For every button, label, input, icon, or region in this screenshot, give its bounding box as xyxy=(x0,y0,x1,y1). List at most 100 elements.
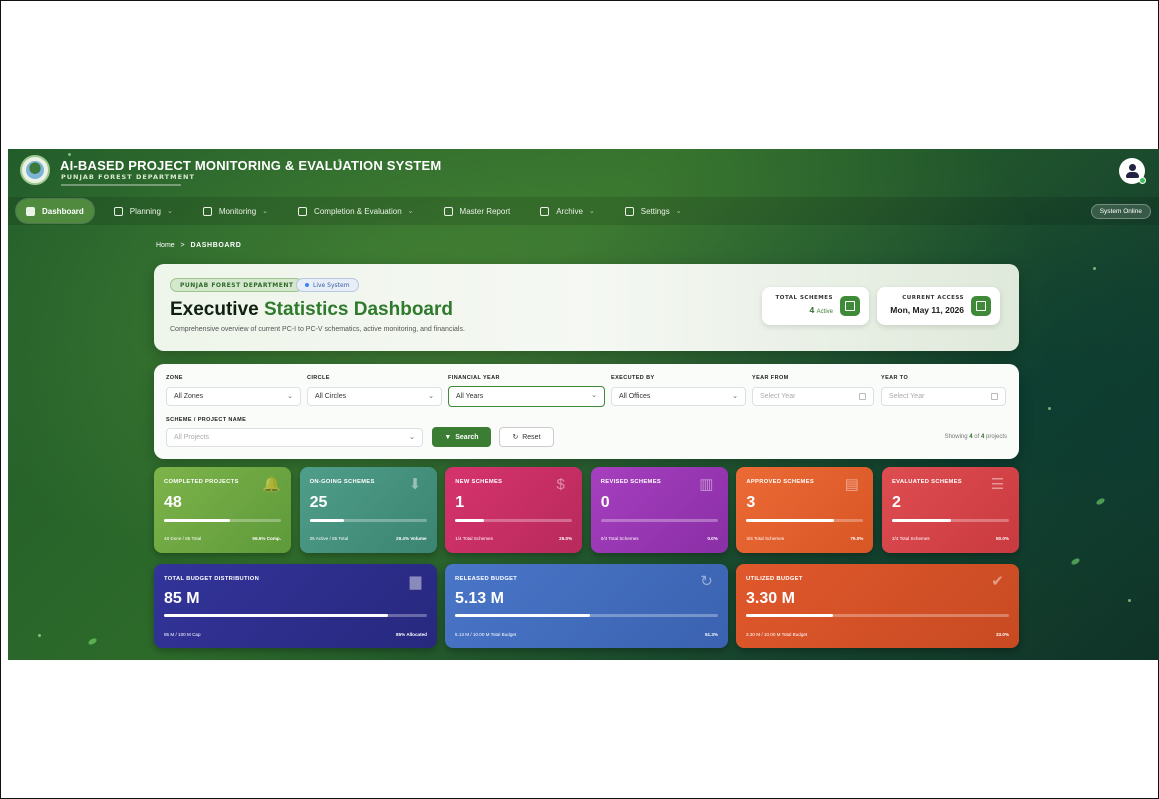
document-icon xyxy=(840,296,860,316)
card-footer: 25 Active / 85 Total xyxy=(309,536,349,541)
user-avatar[interactable] xyxy=(1119,158,1146,184)
card-progress-fill xyxy=(164,614,388,617)
scheme-placeholder: All Projects xyxy=(174,434,210,441)
stat-card-utilized-budget[interactable]: UTILIZED BUDGET 3.30 M ✔ 3.30 M / 10.00 M T… xyxy=(736,564,1019,648)
page-title-part-2: Statistics Dashboard xyxy=(264,299,453,320)
stat-card-completed-projects[interactable]: COMPLETED PROJECTS 48 🔔 48 Done / 85 Total 5… xyxy=(154,467,291,553)
nav-planning[interactable]: Planning ⌄ xyxy=(104,199,183,223)
app-window: AI-BASED PROJECT MONITORING & EVALUATION… xyxy=(8,149,1159,660)
zone-value: All Zones xyxy=(174,393,204,400)
chevron-down-icon: ⌄ xyxy=(591,392,597,399)
zone-label: ZONE xyxy=(166,375,183,381)
hero-panel: PUNJAB FOREST DEPARTMENT Live System Exe… xyxy=(154,264,1019,351)
reset-button[interactable]: ↻ Reset xyxy=(499,427,554,447)
list-icon: ☰ xyxy=(990,476,1005,493)
leaf-particle xyxy=(1095,497,1106,506)
department-logo xyxy=(20,155,50,185)
search-button[interactable]: ▼ Search xyxy=(432,427,491,447)
card-label: ON-GOING SCHEMES xyxy=(309,479,375,485)
app-subtitle: PUNJAB FOREST DEPARTMENT xyxy=(61,173,195,181)
scheme-select[interactable]: All Projects ⌄ xyxy=(166,428,423,447)
year-to-input[interactable]: Select Year xyxy=(881,387,1006,406)
card-progress-track xyxy=(746,614,1009,617)
total-schemes-value: 4 Active xyxy=(810,305,833,315)
card-label: REVISED SCHEMES xyxy=(600,479,662,485)
breadcrumb: Home > DASHBOARD xyxy=(156,242,241,249)
circle-label: CIRCLE xyxy=(307,375,330,381)
card-footer: 1/4 Total Schemes xyxy=(455,536,493,541)
total-schemes-suffix: Active xyxy=(816,309,833,315)
chevron-down-icon: ⌄ xyxy=(287,393,293,400)
card-footer: 2/4 Total Schemes xyxy=(892,536,930,541)
nav-archive[interactable]: Archive ⌄ xyxy=(530,199,605,223)
nav-label: Settings xyxy=(640,206,670,216)
card-label: TOTAL BUDGET DISTRIBUTION xyxy=(164,576,260,582)
card-percent: 85% Allocated xyxy=(396,632,427,637)
total-schemes-label: TOTAL SCHEMES xyxy=(775,295,833,301)
card-progress-track xyxy=(600,519,718,522)
card-percent: 56.5% Comp. xyxy=(252,536,281,541)
breadcrumb-separator: > xyxy=(180,242,185,249)
year-from-input[interactable]: Select Year xyxy=(752,387,874,406)
card-progress-fill xyxy=(455,519,485,522)
card-value: 5.13 M xyxy=(455,590,504,607)
chevron-down-icon: ⌄ xyxy=(407,208,414,215)
card-progress-fill xyxy=(164,519,231,522)
page-title: Executive Statistics Dashboard xyxy=(170,299,453,321)
app-header: AI-BASED PROJECT MONITORING & EVALUATION… xyxy=(8,149,1159,193)
stat-card-approved-schemes[interactable]: APPROVED SCHEMES 3 ▤ 3/4 Total Schemes 75.0% xyxy=(736,467,874,553)
current-access-box: CURRENT ACCESS Mon, May 11, 2026 xyxy=(877,287,1000,325)
download-icon: ⬇ xyxy=(408,476,422,493)
nav-monitoring[interactable]: Monitoring ⌄ xyxy=(193,199,278,223)
stat-card-released-budget[interactable]: RELEASED BUDGET 5.13 M ↻ 5.13 M / 10.00 M T… xyxy=(445,564,728,648)
search-button-label: Search xyxy=(455,433,479,441)
card-progress-fill xyxy=(455,614,590,617)
card-footer: 3/4 Total Schemes xyxy=(746,536,785,541)
breadcrumb-home[interactable]: Home xyxy=(156,242,175,249)
result-count-prefix: Showing xyxy=(944,434,970,440)
financial-year-value: All Years xyxy=(456,393,484,400)
calendar-icon xyxy=(859,393,866,400)
gear-icon xyxy=(624,206,634,216)
particle xyxy=(1048,407,1051,410)
card-footer: 48 Done / 85 Total xyxy=(164,536,202,541)
nav-label: Dashboard xyxy=(42,206,84,216)
card-progress-fill xyxy=(892,519,951,522)
financial-year-select[interactable]: All Years ⌄ xyxy=(448,386,605,407)
card-progress-track xyxy=(746,519,864,522)
stat-card-revised-schemes[interactable]: REVISED SCHEMES 0 ▥ 0/4 Total Schemes 0.0% xyxy=(590,467,728,553)
filter-panel: ZONE All Zones ⌄ CIRCLE All Circles ⌄ FINA… xyxy=(154,364,1019,459)
system-status-badge: System Online xyxy=(1090,204,1151,219)
nav-master-report[interactable]: Master Report xyxy=(434,199,521,223)
particle xyxy=(1128,599,1131,602)
clipboard-icon: ▤ xyxy=(844,476,859,493)
online-indicator xyxy=(1139,177,1146,184)
stat-card-on-going-schemes[interactable]: ON-GOING SCHEMES 25 ⬇ 25 Active / 85 Total 2… xyxy=(299,467,437,553)
circle-select[interactable]: All Circles ⌄ xyxy=(307,387,442,406)
card-value: 3.30 M xyxy=(746,590,795,607)
card-value: 1 xyxy=(455,494,465,511)
year-from-label: YEAR FROM xyxy=(752,375,789,381)
nav-dashboard[interactable]: Dashboard xyxy=(16,199,94,223)
bell-icon: 🔔 xyxy=(262,476,281,493)
chevron-down-icon: ⌄ xyxy=(732,393,738,400)
reset-button-label: Reset xyxy=(522,433,541,441)
card-footer: 85 M / 100 M Cap xyxy=(164,632,201,637)
filter-icon: ▼ xyxy=(444,433,452,441)
stat-card-new-schemes[interactable]: NEW SCHEMES 1 $1/4 Total Schemes 25.0% xyxy=(445,467,583,553)
card-progress-track xyxy=(455,614,718,617)
card-progress-track xyxy=(892,519,1009,522)
card-progress-fill xyxy=(746,614,833,617)
nav-settings[interactable]: Settings ⌄ xyxy=(615,199,692,223)
executed-by-select[interactable]: All Offices ⌄ xyxy=(611,387,746,406)
nav-label: Master Report xyxy=(459,206,511,216)
year-to-label: YEAR TO xyxy=(881,375,909,381)
particle xyxy=(1093,267,1096,270)
stat-card-evaluated-schemes[interactable]: EVALUATED SCHEMES 2 ☰ 2/4 Total Schemes 50.0… xyxy=(882,467,1019,553)
card-value: 2 xyxy=(892,494,901,511)
nav-completion-evaluation[interactable]: Completion & Evaluation ⌄ xyxy=(288,199,423,223)
stat-card-total-budget-distribution[interactable]: TOTAL BUDGET DISTRIBUTION 85 M ▆ 85 M / 100… xyxy=(154,564,437,648)
zone-select[interactable]: All Zones ⌄ xyxy=(166,387,301,406)
card-percent: 0.0% xyxy=(707,536,718,541)
card-footer: 5.13 M / 10.00 M Total Budget xyxy=(455,632,517,637)
